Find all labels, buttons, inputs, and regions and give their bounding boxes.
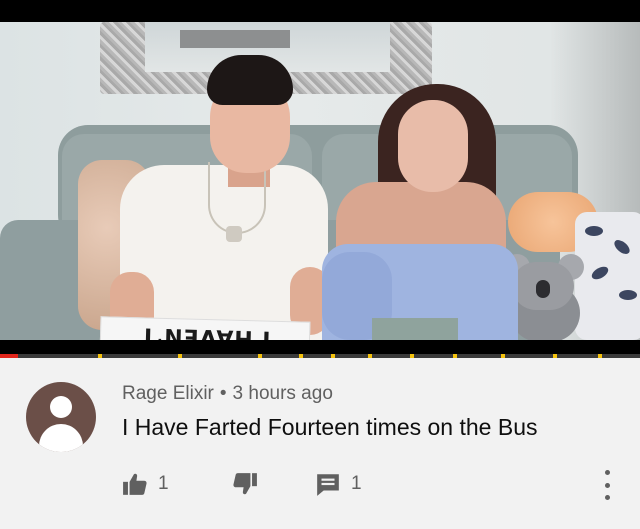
thumbs-down-icon <box>233 473 257 495</box>
like-button[interactable]: 1 <box>122 470 169 498</box>
comment-icon <box>317 474 339 496</box>
avatar-body <box>39 424 83 452</box>
ad-marker <box>331 354 335 358</box>
video-player[interactable]: I HAVEN'T <box>0 0 640 358</box>
ad-marker <box>258 354 262 358</box>
thumbs-up-icon <box>123 473 147 495</box>
comment-time[interactable]: 3 hours ago <box>233 383 333 404</box>
ad-marker <box>299 354 303 358</box>
progress-bar-fill <box>0 354 18 358</box>
sign-text: I HAVEN'T <box>139 322 271 340</box>
dislike-button[interactable] <box>232 470 258 498</box>
ad-marker <box>553 354 557 358</box>
progress-bar[interactable] <box>0 354 640 358</box>
ad-marker <box>98 354 102 358</box>
reply-count: 1 <box>351 473 362 494</box>
ad-marker <box>178 354 182 358</box>
comment-text: I Have Farted Fourteen times on the Bus <box>122 414 538 440</box>
comment-meta: Rage Elixir • 3 hours ago <box>122 383 333 405</box>
ad-marker <box>368 354 372 358</box>
avatar-head <box>50 396 72 418</box>
ad-marker <box>501 354 505 358</box>
like-count: 1 <box>158 473 169 494</box>
more-vertical-icon[interactable] <box>600 470 614 500</box>
video-frame: I HAVEN'T <box>0 22 640 340</box>
comment-author[interactable]: Rage Elixir <box>122 383 214 404</box>
ad-marker <box>598 354 602 358</box>
user-avatar[interactable] <box>26 382 96 452</box>
ad-marker <box>453 354 457 358</box>
reply-button[interactable]: 1 <box>315 470 362 498</box>
ad-marker <box>410 354 414 358</box>
meta-separator: • <box>219 383 227 404</box>
